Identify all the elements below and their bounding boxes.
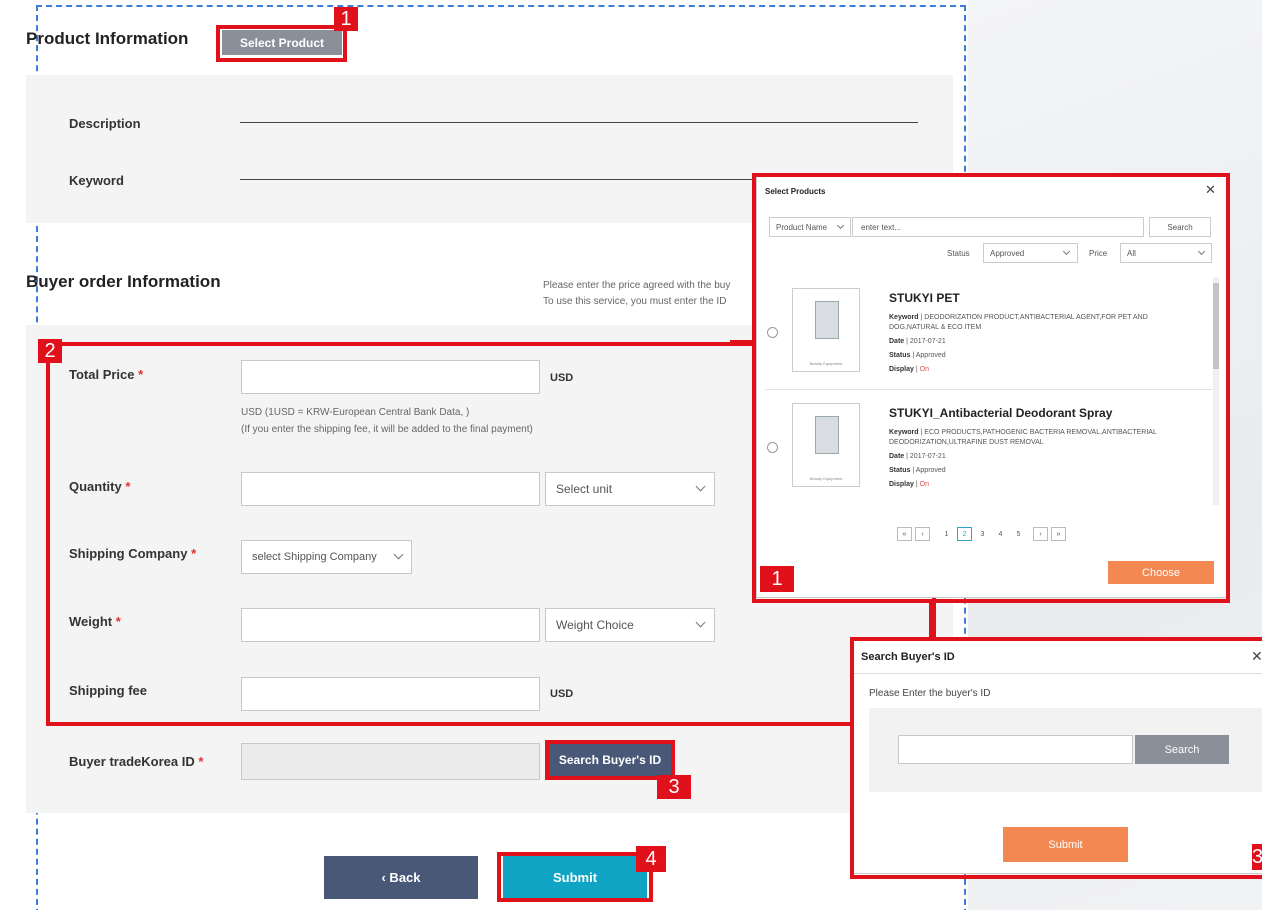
annotation-connector-1 <box>929 603 933 639</box>
notice-line-1: Please enter the price agreed with the b… <box>543 280 731 291</box>
product-info-title: Product Information <box>26 29 189 48</box>
annotation-box-4 <box>497 852 653 902</box>
annotation-badge-modal-1: 1 <box>760 566 794 592</box>
annotation-badge-modal-3: 3 <box>1252 844 1262 870</box>
notice-line-2: To use this service, you must enter the … <box>543 296 727 307</box>
annotation-box-1 <box>216 25 347 62</box>
annotation-badge-1: 1 <box>334 7 358 31</box>
annotation-badge-4: 4 <box>636 846 666 872</box>
buyer-order-title: Buyer order Information <box>26 272 221 291</box>
annotation-box-modal-1 <box>752 173 1230 603</box>
buyer-id-label: Buyer tradeKorea ID * <box>69 754 204 769</box>
annotation-badge-3: 3 <box>657 775 691 799</box>
annotation-box-3 <box>545 740 675 780</box>
annotation-box-modal-3 <box>850 637 1262 879</box>
description-label: Description <box>69 116 141 131</box>
back-button[interactable]: ‹ Back <box>324 856 478 899</box>
buyer-id-input <box>241 743 540 780</box>
annotation-badge-2: 2 <box>38 339 62 363</box>
description-line <box>240 122 918 123</box>
keyword-label: Keyword <box>69 173 124 188</box>
keyword-line <box>240 179 760 180</box>
